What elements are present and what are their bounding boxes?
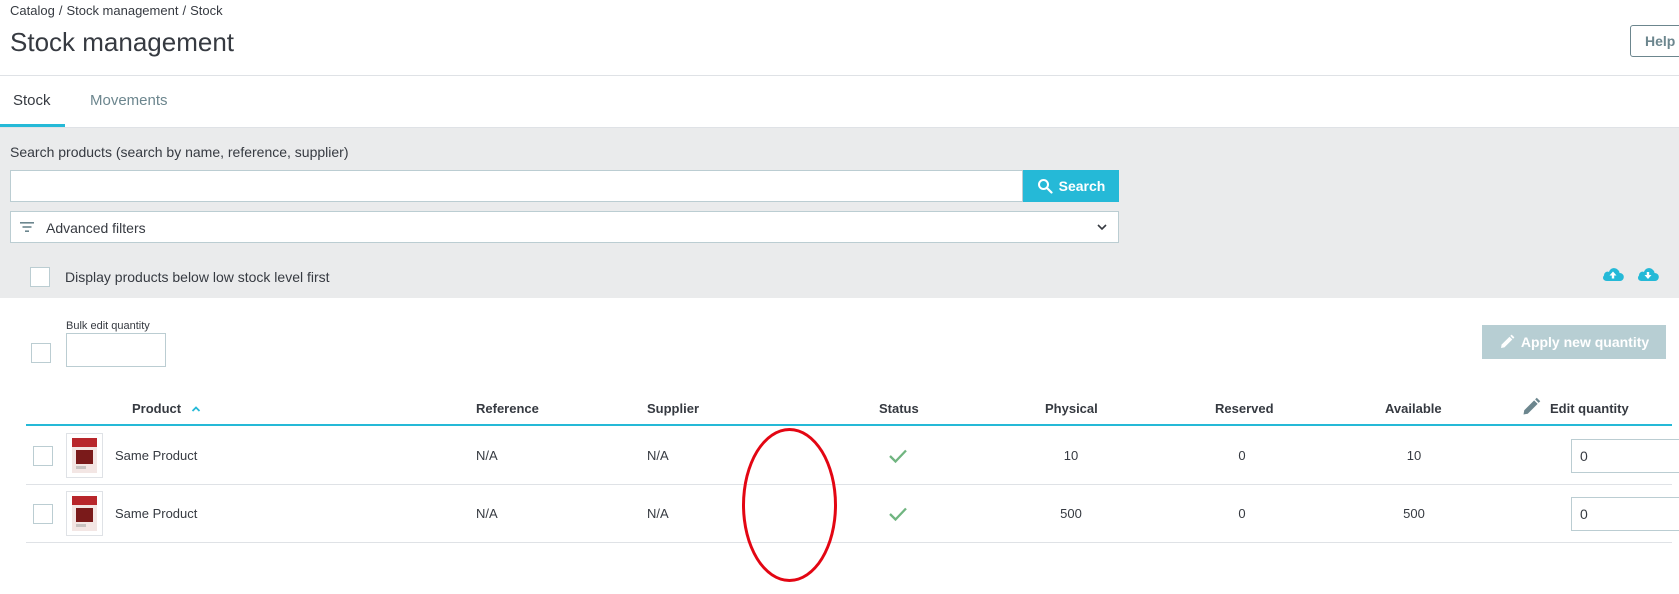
reserved-quantity: 0: [1238, 448, 1246, 463]
chevron-down-icon: [1097, 224, 1107, 231]
product-name[interactable]: Same Product: [115, 448, 197, 463]
tab-stock[interactable]: Stock: [0, 76, 65, 127]
product-reference: N/A: [476, 448, 498, 463]
product-thumbnail: [66, 433, 103, 478]
breadcrumb-catalog[interactable]: Catalog: [10, 3, 55, 18]
column-header-edit-quantity: Edit quantity: [1550, 401, 1629, 416]
column-header-supplier: Supplier: [647, 401, 700, 416]
table-row: Same Product N/A N/A 500 0 500: [26, 486, 1679, 543]
row-checkbox[interactable]: [33, 446, 53, 466]
breadcrumb-stock: Stock: [190, 3, 223, 18]
breadcrumb-separator: /: [58, 3, 63, 18]
search-button[interactable]: Search: [1023, 170, 1119, 202]
cloud-upload-icon[interactable]: [1601, 265, 1625, 283]
apply-new-quantity-label: Apply new quantity: [1520, 334, 1650, 350]
cloud-download-icon[interactable]: [1636, 265, 1660, 283]
table-row: Same Product N/A N/A 10 0 10: [26, 428, 1679, 485]
select-all-checkbox[interactable]: [31, 343, 51, 363]
column-header-product-label: Product: [132, 401, 182, 416]
filter-list-icon: [20, 222, 34, 232]
tab-bar: Stock Movements: [0, 76, 1679, 128]
available-quantity: 500: [1403, 506, 1425, 521]
advanced-filters-label: Advanced filters: [46, 220, 146, 236]
help-button[interactable]: Help: [1630, 25, 1679, 57]
product-supplier: N/A: [647, 448, 669, 463]
pencil-icon: [1500, 334, 1515, 348]
breadcrumb: Catalog / Stock management / Stock: [10, 3, 223, 18]
filter-panel: Search products (search by name, referen…: [0, 128, 1679, 298]
reserved-quantity: 0: [1238, 506, 1246, 521]
product-reference: N/A: [476, 506, 498, 521]
page-title: Stock management: [10, 27, 235, 57]
search-input[interactable]: [10, 170, 1023, 202]
sort-asc-icon[interactable]: [191, 405, 201, 413]
column-header-reserved: Reserved: [1215, 401, 1274, 416]
edit-quantity-input[interactable]: [1571, 439, 1679, 473]
breadcrumb-separator: /: [182, 3, 187, 18]
edit-quantity-input[interactable]: [1571, 497, 1679, 531]
physical-quantity: 500: [1060, 506, 1082, 521]
stock-card: Bulk edit quantity Apply new quantity Pr…: [10, 298, 1679, 594]
page-header: Catalog / Stock management / Stock Stock man…: [0, 0, 1679, 76]
column-header-physical: Physical: [1045, 401, 1098, 416]
low-stock-checkbox[interactable]: [30, 267, 50, 287]
physical-quantity: 10: [1063, 448, 1079, 463]
column-header-available: Available: [1385, 401, 1442, 416]
column-header-reference: Reference: [476, 401, 539, 416]
table-header: Product Reference Supplier Status Physic…: [26, 393, 1672, 426]
search-label: Search products (search by name, referen…: [10, 144, 349, 160]
product-thumbnail: [66, 491, 103, 536]
pencil-icon: [1523, 397, 1541, 415]
search-icon: [1037, 179, 1053, 194]
product-name[interactable]: Same Product: [115, 506, 197, 521]
breadcrumb-stock-management[interactable]: Stock management: [66, 3, 178, 18]
bulk-edit-label: Bulk edit quantity: [66, 320, 150, 332]
available-quantity: 10: [1406, 448, 1422, 463]
low-stock-label: Display products below low stock level f…: [65, 269, 330, 285]
row-checkbox[interactable]: [33, 504, 53, 524]
product-supplier: N/A: [647, 506, 669, 521]
apply-new-quantity-button[interactable]: Apply new quantity: [1482, 325, 1666, 359]
advanced-filters-toggle[interactable]: Advanced filters: [10, 211, 1119, 243]
check-icon: [889, 507, 907, 522]
bulk-edit-quantity-input[interactable]: [66, 333, 166, 367]
column-header-status: Status: [879, 401, 919, 416]
tab-movements[interactable]: Movements: [77, 76, 181, 127]
column-header-product[interactable]: Product: [132, 401, 201, 416]
search-button-label: Search: [1058, 178, 1106, 194]
check-icon: [889, 449, 907, 464]
